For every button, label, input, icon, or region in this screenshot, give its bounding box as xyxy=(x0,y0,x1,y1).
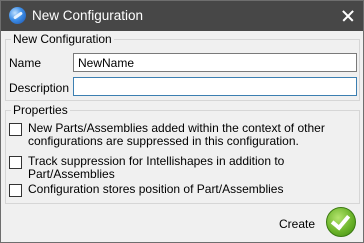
option-store-position[interactable]: Configuration stores position of Part/As… xyxy=(9,183,283,197)
new-configuration-dialog: New Configuration New Configuration Name… xyxy=(0,0,364,243)
name-field[interactable] xyxy=(73,53,357,72)
properties-group-title: Properties xyxy=(11,103,70,117)
store-position-checkbox[interactable] xyxy=(9,184,22,197)
store-position-label: Configuration stores position of Part/As… xyxy=(28,182,284,196)
description-label: Description xyxy=(9,81,70,95)
description-field[interactable] xyxy=(73,77,357,96)
create-label[interactable]: Create xyxy=(279,217,315,231)
track-suppression-checkbox[interactable] xyxy=(9,156,22,169)
create-button[interactable] xyxy=(326,207,356,237)
track-suppression-label: Track suppression for Intellishapes in a… xyxy=(28,154,285,181)
title-bar: New Configuration xyxy=(1,1,363,31)
option-track-suppression[interactable]: Track suppression for Intellishapes in a… xyxy=(9,155,363,181)
new-configuration-group-title: New Configuration xyxy=(11,32,114,46)
suppress-new-parts-label: New Parts/Assemblies added within the co… xyxy=(28,122,325,148)
window-title: New Configuration xyxy=(32,8,144,23)
suppress-new-parts-checkbox[interactable] xyxy=(9,123,22,136)
suppress-new-parts-label-line2: configurations are suppressed in this co… xyxy=(28,134,299,148)
close-icon[interactable] xyxy=(337,5,359,27)
option-suppress-new-parts[interactable]: New Parts/Assemblies added within the co… xyxy=(9,122,325,148)
solidworks-logo-icon xyxy=(9,7,26,24)
name-label: Name xyxy=(9,56,42,70)
checkmark-icon xyxy=(330,210,351,231)
